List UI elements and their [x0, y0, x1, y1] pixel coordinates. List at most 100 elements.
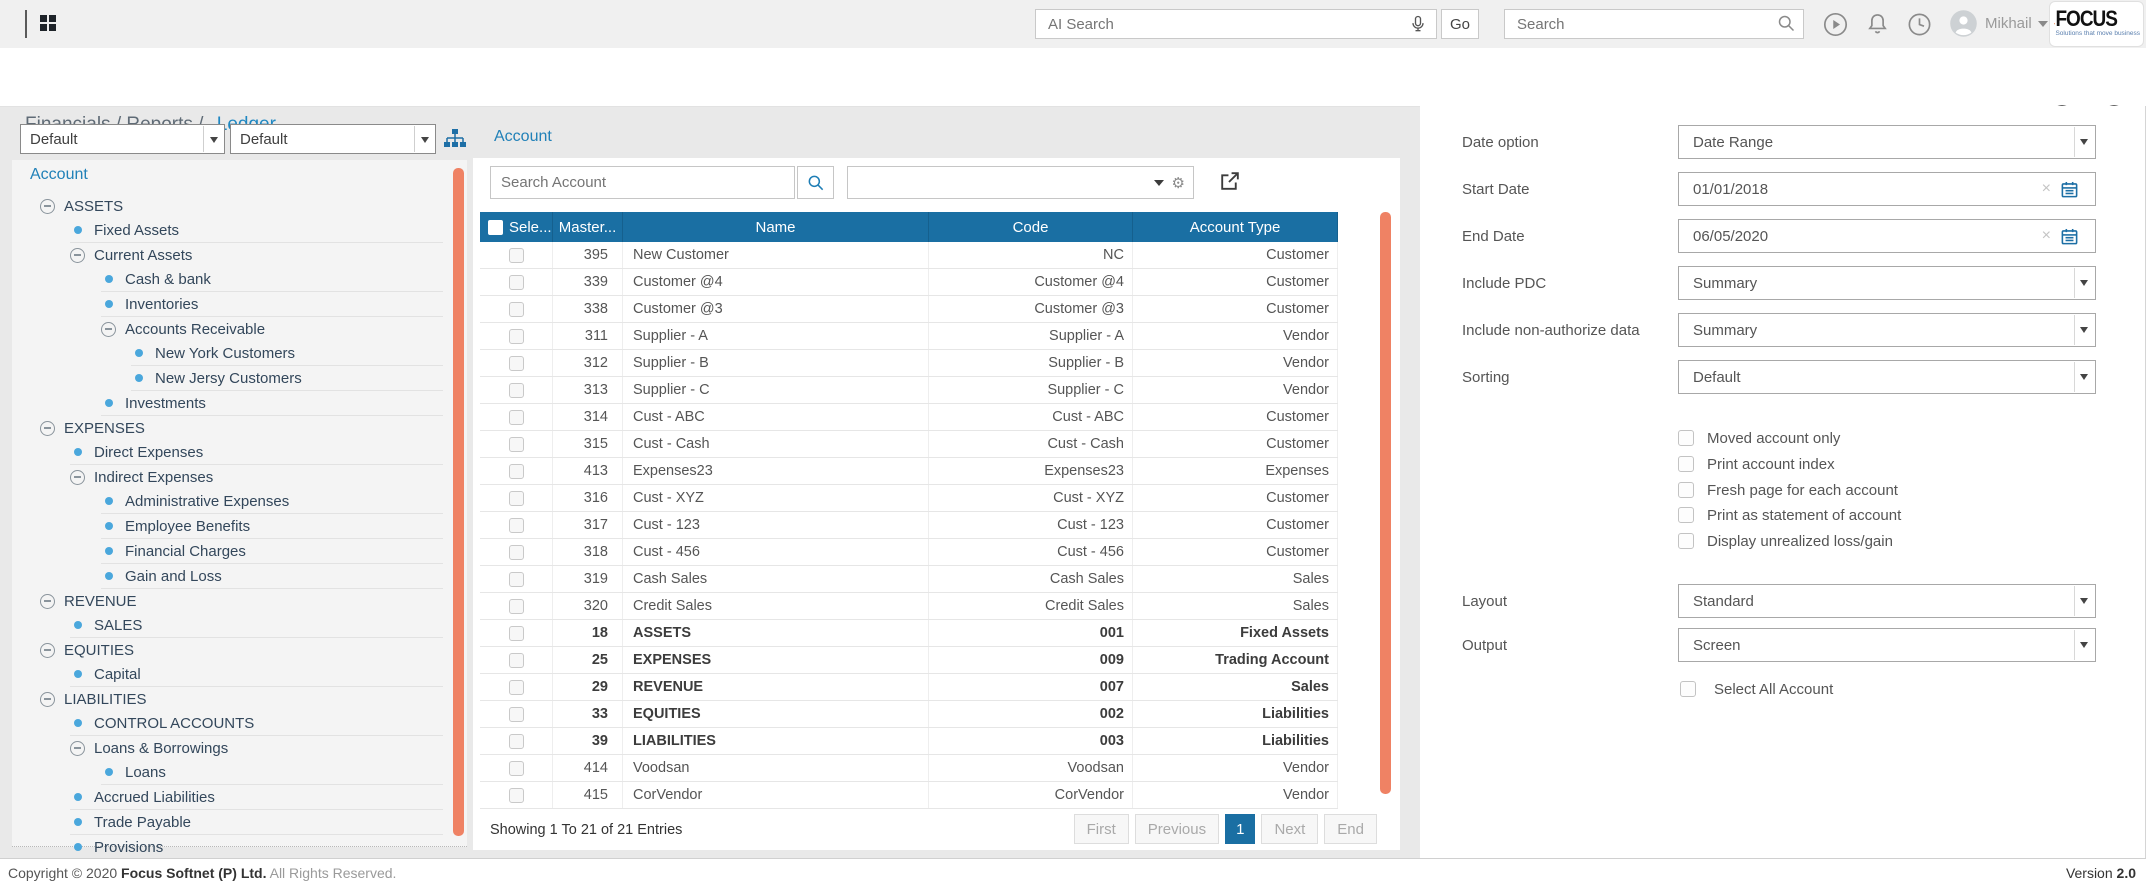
- microphone-icon[interactable]: [1408, 14, 1428, 34]
- option-fresh-page-for-each-account[interactable]: Fresh page for each account: [1678, 480, 1898, 500]
- go-button[interactable]: Go: [1441, 9, 1479, 39]
- include-non-authorize-data-select[interactable]: Summary: [1678, 313, 2096, 347]
- tree-item-fixed-assets[interactable]: Fixed Assets: [70, 218, 443, 243]
- tree-item-assets[interactable]: ASSETS: [40, 194, 443, 218]
- tree-item-inventories[interactable]: Inventories: [101, 292, 443, 317]
- hierarchy-view-icon[interactable]: [443, 127, 467, 151]
- include-pdc-select[interactable]: Summary: [1678, 266, 2096, 300]
- select-all-checkbox[interactable]: [488, 220, 503, 235]
- tree-item-loans[interactable]: Loans: [101, 760, 443, 785]
- tree-item-expenses[interactable]: EXPENSES: [40, 416, 443, 440]
- table-row[interactable]: 315Cust - CashCust - CashCustomer: [480, 431, 1338, 458]
- page-button-first[interactable]: First: [1074, 814, 1129, 844]
- tree-item-capital[interactable]: Capital: [70, 662, 443, 687]
- column-header-code[interactable]: Code: [929, 212, 1133, 242]
- tree-scrollbar[interactable]: [453, 168, 464, 836]
- column-header-account-type[interactable]: Account Type: [1133, 212, 1338, 242]
- row-checkbox[interactable]: [509, 545, 524, 560]
- checkbox-print-as-statement-of-account[interactable]: [1678, 507, 1694, 523]
- column-header-sele[interactable]: Sele...: [480, 212, 553, 242]
- user-menu-caret-icon[interactable]: [2038, 21, 2048, 27]
- table-row[interactable]: 33EQUITIES002Liabilities: [480, 701, 1338, 728]
- table-row[interactable]: 25EXPENSES009Trading Account: [480, 647, 1338, 674]
- table-row[interactable]: 415CorVendorCorVendorVendor: [480, 782, 1338, 809]
- search-account-input[interactable]: [490, 166, 795, 199]
- checkbox-print-account-index[interactable]: [1678, 456, 1694, 472]
- global-search-input[interactable]: [1504, 9, 1804, 39]
- tree-item-cash-bank[interactable]: Cash & bank: [101, 267, 443, 292]
- collapse-icon[interactable]: [70, 248, 85, 263]
- table-row[interactable]: 314Cust - ABCCust - ABCCustomer: [480, 404, 1338, 431]
- table-row[interactable]: 29REVENUE007Sales: [480, 674, 1338, 701]
- sorting-select[interactable]: Default: [1678, 360, 2096, 394]
- tree-item-control-accounts[interactable]: CONTROL ACCOUNTS: [70, 711, 443, 736]
- row-checkbox[interactable]: [509, 437, 524, 452]
- tree-item-new-york-customers[interactable]: New York Customers: [131, 341, 443, 366]
- user-name[interactable]: Mikhail: [1985, 15, 2032, 32]
- row-checkbox[interactable]: [509, 410, 524, 425]
- table-row[interactable]: 320Credit SalesCredit SalesSales: [480, 593, 1338, 620]
- option-display-unrealized-loss-gain[interactable]: Display unrealized loss/gain: [1678, 531, 1893, 551]
- row-checkbox[interactable]: [509, 599, 524, 614]
- collapse-icon[interactable]: [40, 421, 55, 436]
- option-moved-account-only[interactable]: Moved account only: [1678, 428, 1840, 448]
- row-checkbox[interactable]: [509, 329, 524, 344]
- table-row[interactable]: 413Expenses23Expenses23Expenses: [480, 458, 1338, 485]
- tree-item-direct-expenses[interactable]: Direct Expenses: [70, 440, 443, 465]
- notifications-bell-icon[interactable]: [1864, 11, 1891, 38]
- tree-item-loans-borrowings[interactable]: Loans & Borrowings: [70, 736, 443, 760]
- collapse-icon[interactable]: [40, 199, 55, 214]
- table-row[interactable]: 414VoodsanVoodsanVendor: [480, 755, 1338, 782]
- tree-item-accounts-receivable[interactable]: Accounts Receivable: [101, 317, 443, 341]
- calendar-icon[interactable]: [2060, 180, 2079, 199]
- collapse-icon[interactable]: [70, 741, 85, 756]
- row-checkbox[interactable]: [509, 572, 524, 587]
- checkbox-fresh-page-for-each-account[interactable]: [1678, 482, 1694, 498]
- table-row[interactable]: 39LIABILITIES003Liabilities: [480, 728, 1338, 755]
- row-checkbox[interactable]: [509, 761, 524, 776]
- tree-item-accrued-liabilities[interactable]: Accrued Liabilities: [70, 785, 443, 810]
- clear-icon[interactable]: ×: [2042, 227, 2051, 245]
- collapse-icon[interactable]: [40, 643, 55, 658]
- tree-item-gain-and-loss[interactable]: Gain and Loss: [101, 564, 443, 589]
- row-checkbox[interactable]: [509, 518, 524, 533]
- calendar-icon[interactable]: [2060, 227, 2079, 246]
- table-row[interactable]: 312Supplier - BSupplier - BVendor: [480, 350, 1338, 377]
- tree-item-liabilities[interactable]: LIABILITIES: [40, 687, 443, 711]
- gear-icon[interactable]: ⚙: [1172, 174, 1185, 192]
- column-header-name[interactable]: Name: [623, 212, 929, 242]
- page-button-1[interactable]: 1: [1225, 814, 1255, 844]
- row-checkbox[interactable]: [509, 302, 524, 317]
- tree-item-revenue[interactable]: REVENUE: [40, 589, 443, 613]
- table-row[interactable]: 313Supplier - CSupplier - CVendor: [480, 377, 1338, 404]
- row-checkbox[interactable]: [509, 653, 524, 668]
- table-row[interactable]: 311Supplier - ASupplier - AVendor: [480, 323, 1338, 350]
- tree-filter-select-2[interactable]: Default: [230, 124, 436, 154]
- checkbox-display-unrealized-loss-gain[interactable]: [1678, 533, 1694, 549]
- collapse-icon[interactable]: [70, 470, 85, 485]
- table-scrollbar[interactable]: [1380, 212, 1391, 794]
- row-checkbox[interactable]: [509, 275, 524, 290]
- end-date-input[interactable]: 06/05/2020×: [1678, 219, 2096, 253]
- row-checkbox[interactable]: [509, 356, 524, 371]
- page-button-end[interactable]: End: [1324, 814, 1377, 844]
- tree-item-employee-benefits[interactable]: Employee Benefits: [101, 514, 443, 539]
- layout-select[interactable]: Standard: [1678, 584, 2096, 618]
- apps-grid-icon[interactable]: [40, 15, 56, 31]
- tree-item-provisions[interactable]: Provisions: [70, 835, 443, 860]
- clear-icon[interactable]: ×: [2042, 180, 2051, 198]
- row-checkbox[interactable]: [509, 464, 524, 479]
- tree-item-financial-charges[interactable]: Financial Charges: [101, 539, 443, 564]
- table-row[interactable]: 338Customer @3Customer @3Customer: [480, 296, 1338, 323]
- page-button-next[interactable]: Next: [1261, 814, 1318, 844]
- date-option-select[interactable]: Date Range: [1678, 125, 2096, 159]
- user-avatar[interactable]: [1949, 9, 1978, 38]
- row-checkbox[interactable]: [509, 491, 524, 506]
- row-checkbox[interactable]: [509, 734, 524, 749]
- tree-item-new-jersy-customers[interactable]: New Jersy Customers: [131, 366, 443, 391]
- history-clock-icon[interactable]: [1906, 11, 1933, 38]
- row-checkbox[interactable]: [509, 680, 524, 695]
- output-select[interactable]: Screen: [1678, 628, 2096, 662]
- tree-item-investments[interactable]: Investments: [101, 391, 443, 416]
- account-filter-combo[interactable]: ⚙: [847, 166, 1194, 199]
